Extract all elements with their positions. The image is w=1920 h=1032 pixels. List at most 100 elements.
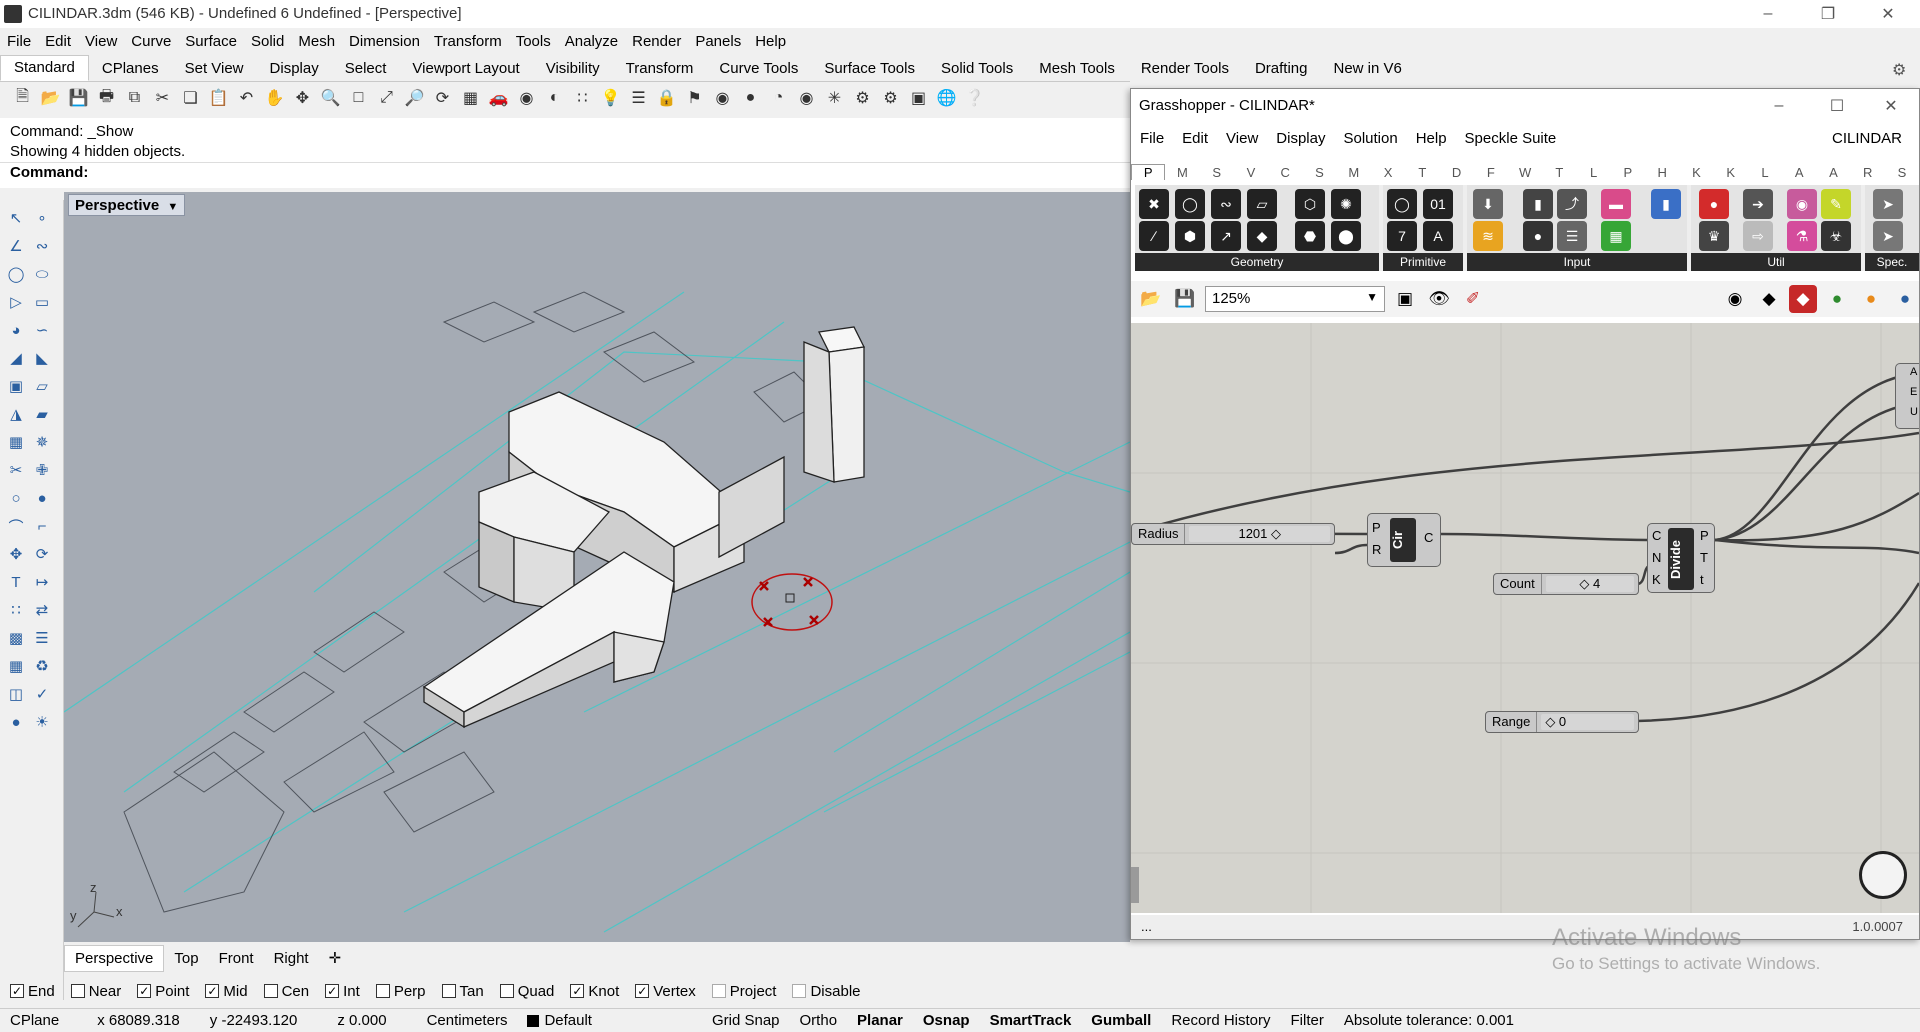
filter-icon[interactable]: ⚙ [878,86,903,111]
speckle-sender-icon[interactable]: ➤ [1873,189,1903,219]
split-tool-icon[interactable]: ✙ [30,458,54,482]
input-image-sampler-icon[interactable]: ≋ [1473,221,1503,251]
osnap-cen[interactable]: Cen [263,983,309,1000]
object-properties-icon[interactable]: ⚑ [682,86,707,111]
dimension-tool-icon[interactable]: ↦ [30,570,54,594]
count-slider[interactable]: Count ◇ 4 [1493,573,1639,595]
category-tab[interactable]: P [1611,165,1645,180]
category-tab[interactable]: D [1439,165,1473,180]
param-geometry-icon[interactable]: ✖ [1139,189,1169,219]
param-brep-icon[interactable]: ⬡ [1295,189,1325,219]
gh-menu-edit[interactable]: Edit [1173,130,1217,147]
tab-standard[interactable]: Standard [0,55,89,81]
status-layer[interactable]: Default [517,1012,602,1029]
osnap-project[interactable]: Project [711,983,776,1000]
print-icon[interactable]: 🖶 [94,86,119,111]
box-tool-icon[interactable]: ▣ [4,374,28,398]
undo-icon[interactable]: ↶ [234,86,259,111]
slider-value[interactable]: 1201 ◇ [1189,526,1330,542]
grasshopper-canvas[interactable]: Radius 1201 ◇ P R Cir C Count ◇ 4 C N K … [1131,323,1919,913]
array-tool-icon[interactable]: ∷ [4,598,28,622]
help-icon[interactable]: ❔ [962,86,987,111]
polyline-icon[interactable]: ∠ [4,234,28,258]
zoom-extents-icon[interactable]: ⤢ [374,86,399,111]
util-cherry-icon[interactable]: ● [1699,189,1729,219]
rendered-sphere-icon[interactable]: ◔ [766,86,791,111]
mesh-tool-icon[interactable]: ▦ [4,430,28,454]
osnap-knot[interactable]: ✓ Knot [570,983,619,1000]
tab-visibility[interactable]: Visibility [533,57,613,81]
wireframe-preview-icon[interactable]: ◆ [1755,285,1783,313]
param-box-icon[interactable]: ⬢ [1175,221,1205,251]
menu-tools[interactable]: Tools [509,33,558,50]
menu-panels[interactable]: Panels [688,33,748,50]
osnap-checkbox[interactable] [441,984,456,998]
close-button[interactable]: ✕ [1860,0,1916,28]
category-tab[interactable]: F [1474,165,1508,180]
freeform-curve-icon[interactable]: ∽ [30,318,54,342]
sun-tool-icon[interactable]: ☀ [30,710,54,734]
pipe-tool-icon[interactable]: ◫ [4,682,28,706]
menu-render[interactable]: Render [625,33,688,50]
input-n[interactable]: N [1652,550,1661,565]
script-icon[interactable]: ▣ [906,86,931,111]
light-icon[interactable]: ✳ [822,86,847,111]
category-tab-params[interactable]: P [1131,164,1166,180]
color-wheel-icon[interactable]: ◉ [710,86,735,111]
input-p[interactable]: P [1372,520,1381,535]
param-plane-icon[interactable]: ◆ [1247,221,1277,251]
input-toggle-icon[interactable]: ▮ [1523,189,1553,219]
menu-file[interactable]: File [0,33,38,50]
gh-menu-help[interactable]: Help [1407,130,1456,147]
zoom-icon[interactable]: 🔍 [318,86,343,111]
gh-menu-file[interactable]: File [1131,130,1173,147]
status-ellipsis[interactable]: ... [1141,919,1152,934]
restore-button[interactable]: ❐ [1800,0,1856,28]
shaded-preview-icon[interactable]: ◆ [1789,285,1817,313]
partial-input-u[interactable]: U [1910,406,1918,418]
category-tab[interactable]: H [1645,165,1679,180]
surface-tool-icon[interactable]: ◢ [4,346,28,370]
menu-solid[interactable]: Solid [244,33,291,50]
network-surface-icon[interactable]: ◣ [30,346,54,370]
param-integer-icon[interactable]: 01 [1423,189,1453,219]
zoom-selected-icon[interactable]: 🔎 [402,86,427,111]
param-curve-icon[interactable]: ∾ [1211,189,1241,219]
light-bulb-icon[interactable]: 💡 [598,86,623,111]
menu-analyze[interactable]: Analyze [558,33,625,50]
group-tool-icon[interactable]: ● [30,486,54,510]
partial-component[interactable]: A E U [1895,363,1919,429]
tab-curve-tools[interactable]: Curve Tools [706,57,811,81]
status-gumball[interactable]: Gumball [1081,1012,1161,1029]
osnap-checkbox[interactable]: ✓ [570,984,585,998]
status-record-history[interactable]: Record History [1161,1012,1280,1029]
input-r[interactable]: R [1372,542,1381,557]
param-circle-icon[interactable]: ◯ [1175,189,1205,219]
category-tab[interactable]: T [1542,165,1576,180]
osnap-checkbox[interactable] [711,984,726,998]
perspective-viewport[interactable]: y z x [64,192,1130,942]
boolean-union-icon[interactable]: ○ [4,486,28,510]
menu-curve[interactable]: Curve [124,33,178,50]
osnap-quad[interactable]: Quad [499,983,554,1000]
status-smarttrack[interactable]: SmartTrack [980,1012,1082,1029]
gh-menu-view[interactable]: View [1217,130,1267,147]
tab-mesh-tools[interactable]: Mesh Tools [1026,57,1128,81]
text-tool-icon[interactable]: T [4,570,28,594]
paste-icon[interactable]: 📋 [206,86,231,111]
osnap-checkbox[interactable]: ✓ [325,984,340,998]
layer-icon[interactable]: ☰ [626,86,651,111]
param-line-icon[interactable]: ∕ [1139,221,1169,251]
status-osnap[interactable]: Osnap [913,1012,980,1029]
sketch-pen-icon[interactable]: ✐ [1459,285,1487,313]
cut-icon[interactable]: ✂ [150,86,175,111]
viewport-tab-right[interactable]: Right [264,946,319,971]
add-viewport-tab-icon[interactable]: ✛ [319,945,352,971]
category-tab[interactable]: M [1165,165,1199,180]
range-slider[interactable]: Range ◇ 0 [1485,711,1639,733]
category-tab[interactable]: K [1714,165,1748,180]
tab-transform[interactable]: Transform [613,57,707,81]
category-tab[interactable]: S [1200,165,1234,180]
move-view-icon[interactable]: ✥ [290,86,315,111]
tab-drafting[interactable]: Drafting [1242,57,1321,81]
